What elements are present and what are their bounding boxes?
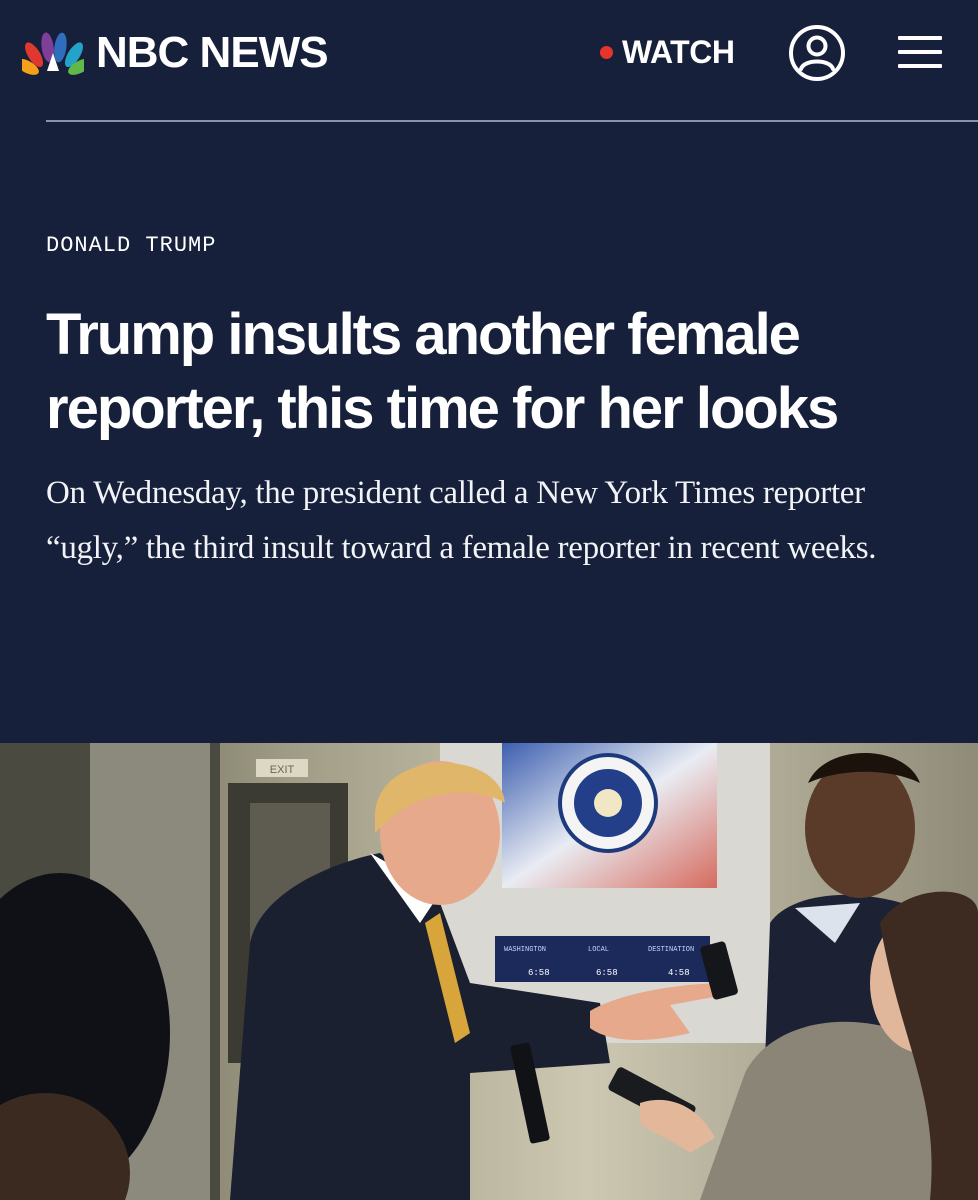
article-headline: Trump insults another female reporter, t… <box>46 302 839 441</box>
live-dot-icon <box>600 45 613 59</box>
panel-time-local: 6:58 <box>596 968 618 978</box>
watch-label: WATCH <box>622 34 735 70</box>
exit-sign-text: EXIT <box>270 764 295 776</box>
article-hero-photo: EXIT WASHINGTON LOCAL DESTINATION 6:58 6… <box>0 743 978 1200</box>
article-kicker-link[interactable]: DONALD TRUMP <box>46 232 216 260</box>
panel-time-washington: 6:58 <box>528 968 550 978</box>
header-divider <box>46 120 978 122</box>
hero-photo-illustration: EXIT WASHINGTON LOCAL DESTINATION 6:58 6… <box>0 743 978 1200</box>
nbc-peacock-icon <box>22 32 84 75</box>
hamburger-menu-icon <box>898 36 942 40</box>
hamburger-menu-icon <box>898 50 942 54</box>
nbc-news-logo[interactable]: NBC NEWS <box>22 28 329 78</box>
panel-label-local: LOCAL <box>588 946 609 954</box>
site-header: NBC NEWS WATCH <box>0 0 978 122</box>
panel-time-destination: 4:58 <box>668 968 690 978</box>
hamburger-menu-icon <box>898 64 942 68</box>
logo-wordmark: NBC NEWS <box>96 28 329 77</box>
article-dek: On Wednesday, the president called a New… <box>46 475 877 566</box>
user-account-icon <box>789 25 845 81</box>
panel-label-washington: WASHINGTON <box>504 946 546 954</box>
main-menu-button[interactable] <box>896 32 944 72</box>
watch-live-button[interactable]: WATCH <box>600 32 735 72</box>
account-button[interactable] <box>788 24 846 82</box>
panel-label-destination: DESTINATION <box>648 946 694 954</box>
